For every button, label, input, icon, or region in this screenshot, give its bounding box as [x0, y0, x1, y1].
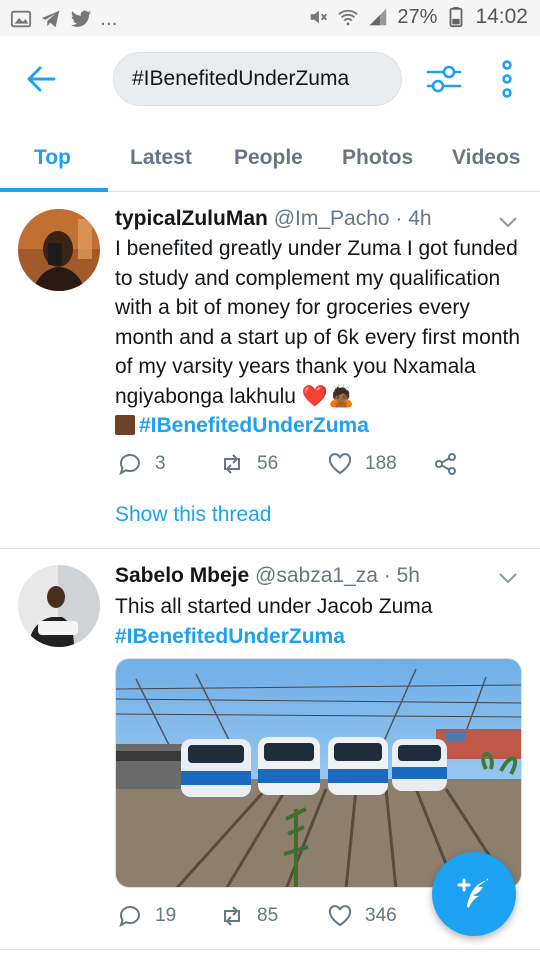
- hashtag-link[interactable]: #IBenefitedUnderZuma: [115, 625, 345, 648]
- retweet-icon: [224, 454, 240, 474]
- tweet-text: I benefited greatly under Zuma I got fun…: [115, 234, 525, 441]
- search-tabs: Top Latest People Photos Videos: [0, 132, 540, 192]
- avatar[interactable]: [18, 565, 100, 647]
- share-icon: [435, 453, 456, 475]
- like-button[interactable]: 346: [327, 903, 397, 929]
- tweet[interactable]: typicalZuluMan @Im_Pacho · 4h I benefite…: [0, 193, 540, 548]
- compose-feather-icon: [457, 878, 488, 908]
- heart-icon: [328, 905, 352, 927]
- like-count: 346: [365, 905, 397, 926]
- show-thread-link[interactable]: Show this thread: [115, 503, 271, 527]
- tweet-time: · 4h: [395, 207, 432, 230]
- mute-icon: [311, 10, 328, 24]
- more-notifications-indicator: ...: [100, 7, 118, 30]
- reply-button[interactable]: 19: [117, 903, 176, 929]
- wifi-icon: [338, 9, 359, 26]
- search-input[interactable]: #IBenefitedUnderZuma: [113, 52, 402, 106]
- hashtag-link[interactable]: #IBenefitedUnderZuma: [139, 414, 369, 437]
- retweet-button[interactable]: 56: [219, 451, 278, 477]
- chevron-down-icon[interactable]: [498, 215, 518, 229]
- reply-count: 3: [155, 453, 166, 474]
- signal-icon: [370, 8, 387, 26]
- heart-icon: [328, 453, 352, 475]
- author-name[interactable]: Sabelo Mbeje: [115, 564, 249, 587]
- reply-count: 19: [155, 905, 177, 926]
- tweet-text: This all started under Jacob Zuma #IBene…: [115, 592, 525, 651]
- like-button[interactable]: 188: [327, 451, 397, 477]
- filter-sliders-icon[interactable]: [426, 62, 462, 96]
- search-query-text: #IBenefitedUnderZuma: [132, 67, 350, 90]
- retweet-icon: [224, 906, 240, 926]
- author-handle: @Im_Pacho: [273, 207, 390, 230]
- telegram-icon: [41, 10, 60, 28]
- tweet-body: This all started under Jacob Zuma: [115, 595, 433, 618]
- back-arrow-icon[interactable]: [24, 62, 58, 96]
- compose-tweet-button[interactable]: [432, 852, 516, 936]
- tweet-time: · 5h: [383, 564, 420, 587]
- vertical-dots-icon[interactable]: [498, 60, 516, 98]
- active-tab-indicator: [0, 188, 108, 192]
- search-header: #IBenefitedUnderZuma: [0, 36, 540, 120]
- tweet-actions: 3 56 188: [115, 451, 535, 481]
- avatar[interactable]: [18, 209, 100, 291]
- tweet-header: typicalZuluMan @Im_Pacho · 4h: [115, 207, 432, 231]
- battery-percent: 27%: [397, 5, 438, 28]
- reply-icon: [119, 906, 140, 928]
- tab-latest[interactable]: Latest: [130, 146, 192, 170]
- battery-icon: [450, 6, 463, 28]
- gallery-icon: [10, 10, 32, 28]
- reply-button[interactable]: 3: [117, 451, 166, 477]
- tab-top[interactable]: Top: [34, 146, 71, 170]
- reply-icon: [119, 454, 140, 476]
- tab-photos[interactable]: Photos: [342, 146, 413, 170]
- share-button[interactable]: [433, 451, 459, 477]
- tab-videos[interactable]: Videos: [452, 146, 520, 170]
- tweet-body: I benefited greatly under Zuma I got fun…: [115, 237, 521, 408]
- tweet-divider: [0, 949, 540, 950]
- retweet-count: 85: [257, 905, 279, 926]
- author-name[interactable]: typicalZuluMan: [115, 207, 268, 230]
- skin-tone-swatch: [115, 415, 135, 435]
- status-bar: ... 27% 14:02: [0, 0, 540, 36]
- like-count: 188: [365, 453, 397, 474]
- twitter-icon: [70, 10, 92, 27]
- retweet-button[interactable]: 85: [219, 903, 278, 929]
- chevron-down-icon[interactable]: [498, 571, 518, 585]
- tab-people[interactable]: People: [234, 146, 303, 170]
- tweet-header: Sabelo Mbeje @sabza1_za · 5h: [115, 564, 420, 588]
- author-handle: @sabza1_za: [255, 564, 378, 587]
- retweet-count: 56: [257, 453, 279, 474]
- clock: 14:02: [475, 5, 528, 28]
